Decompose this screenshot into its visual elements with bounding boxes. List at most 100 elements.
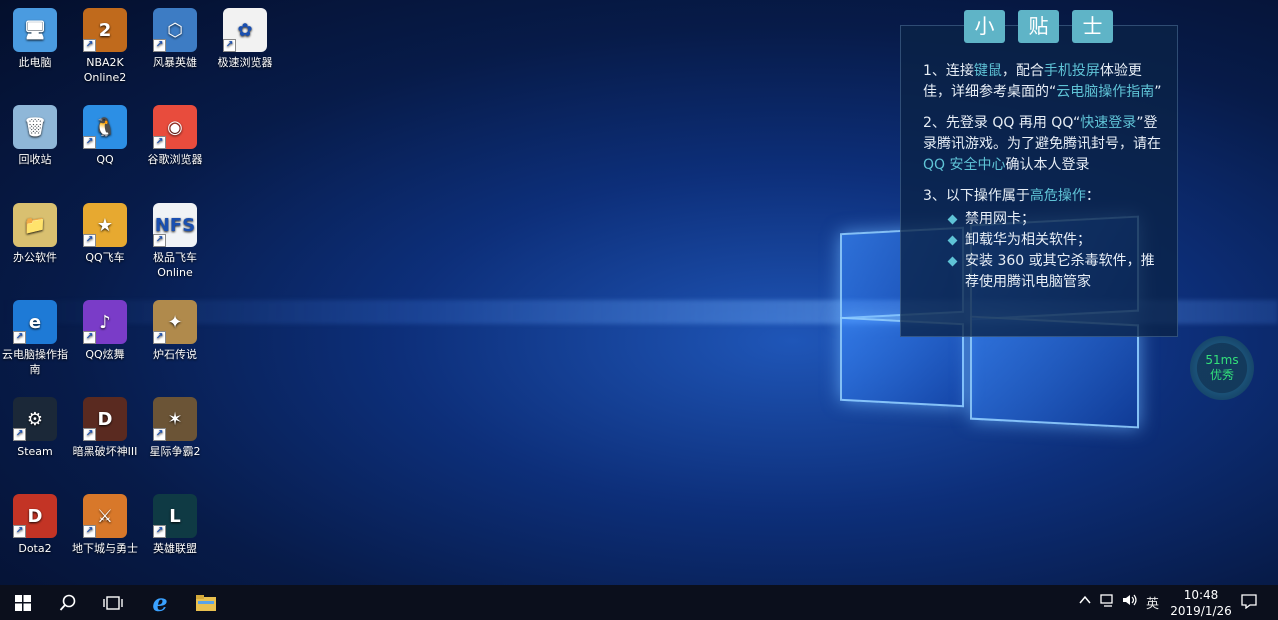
desktop-icon[interactable]: ★ ↗ QQ飞车 <box>71 203 139 265</box>
shortcut-arrow-icon: ↗ <box>153 39 166 52</box>
clock[interactable]: 10:48 2019/1/26 <box>1163 587 1239 619</box>
task-view-button[interactable] <box>95 585 131 620</box>
latency-status: 优秀 <box>1209 368 1234 382</box>
desktop-icon[interactable]: ♪ ↗ QQ炫舞 <box>71 300 139 362</box>
speaker-icon <box>1123 594 1137 606</box>
tip-text: 2、先登录 QQ 再用 QQ“ <box>923 115 1081 131</box>
tip-3: 3、以下操作属于高危操作： <box>923 186 1163 207</box>
desktop-icon[interactable]: ✿ ↗ 极速浏览器 <box>211 8 279 70</box>
nba2k-icon: 2 ↗ <box>83 8 127 52</box>
shortcut-arrow-icon: ↗ <box>153 525 166 538</box>
start-button[interactable] <box>5 585 41 620</box>
tips-title-char: 士 <box>1072 10 1113 43</box>
latency-indicator[interactable]: 51ms 优秀 <box>1190 336 1254 400</box>
tip-highlight: 高危操作 <box>1029 188 1086 204</box>
desktop-icon[interactable]: 🗑 回收站 <box>1 105 69 167</box>
tip-highlight: QQ 安全中心 <box>923 157 1006 173</box>
shortcut-arrow-icon: ↗ <box>83 331 96 344</box>
desktop-icon[interactable]: 2 ↗ NBA2K Online2 <box>71 8 139 85</box>
nfs-online-icon: NFS ↗ <box>153 203 197 247</box>
shortcut-arrow-icon: ↗ <box>83 234 96 247</box>
shortcut-arrow-icon: ↗ <box>83 525 96 538</box>
tip-highlight: 键鼠 <box>973 63 1002 79</box>
desktop-icon[interactable]: ✶ ↗ 星际争霸2 <box>141 397 209 459</box>
qq-speed-icon: ★ ↗ <box>83 203 127 247</box>
desktop-icon-label: 极品飞车 Online <box>153 251 197 279</box>
chrome-icon: ◉ ↗ <box>153 105 197 149</box>
desktop-icon[interactable]: NFS ↗ 极品飞车 Online <box>141 203 209 280</box>
ie-icon: e <box>152 588 168 617</box>
heroes-storm-icon: ⬡ ↗ <box>153 8 197 52</box>
show-hidden-icons-button[interactable] <box>1079 594 1091 609</box>
hearthstone-icon: ✦ ↗ <box>153 300 197 344</box>
desktop-icon[interactable]: ◉ ↗ 谷歌浏览器 <box>141 105 209 167</box>
tip-text: 1、连接 <box>923 63 974 79</box>
windows-start-icon <box>15 594 31 611</box>
dnf-icon: ⚔ ↗ <box>83 494 127 538</box>
taskbar-ie-button[interactable]: e <box>142 585 178 620</box>
input-method-indicator[interactable]: 英 <box>1146 593 1159 612</box>
tip-1: 1、连接键鼠，配合手机投屏体验更佳，详细参考桌面的“云电脑操作指南” <box>923 61 1163 103</box>
shortcut-arrow-icon: ↗ <box>83 428 96 441</box>
shortcut-arrow-icon: ↗ <box>153 428 166 441</box>
desktop-icon-label: 英雄联盟 <box>153 542 197 555</box>
tip-text: ，配合 <box>1001 63 1044 79</box>
starcraft2-icon: ✶ ↗ <box>153 397 197 441</box>
desktop-icon[interactable]: ✦ ↗ 炉石传说 <box>141 300 209 362</box>
tips-title-char: 贴 <box>1018 10 1059 43</box>
desktop-icon[interactable]: 🖥 此电脑 <box>1 8 69 70</box>
desktop-icon[interactable]: e ↗ 云电脑操作指南 <box>1 300 69 377</box>
desktop-icon[interactable]: 🐧 ↗ QQ <box>71 105 139 167</box>
search-button[interactable] <box>50 585 86 620</box>
tip-text: 3、以下操作属于 <box>923 188 1030 204</box>
folder-icon: 📁 <box>13 203 57 247</box>
desktop-icon-label: NBA2K Online2 <box>83 56 127 84</box>
desktop-icon[interactable]: ⚙ ↗ Steam <box>1 397 69 459</box>
action-center-button[interactable] <box>1241 593 1257 613</box>
tip-highlight: 手机投屏 <box>1043 63 1100 79</box>
recycle-bin-icon: 🗑 <box>13 105 57 149</box>
desktop-icon[interactable]: ⬡ ↗ 风暴英雄 <box>141 8 209 70</box>
taskbar-explorer-button[interactable] <box>188 585 224 620</box>
search-icon <box>59 594 76 611</box>
task-view-icon <box>103 595 123 610</box>
desktop-icon-label: 炉石传说 <box>153 348 197 361</box>
desktop-icon-label: Dota2 <box>18 542 52 555</box>
desktop-icon-label: 回收站 <box>18 153 52 166</box>
desktop-icon-label: 风暴英雄 <box>153 56 197 69</box>
latency-value: 51ms <box>1205 353 1239 367</box>
desktop-icon-label: 星际争霸2 <box>149 445 201 458</box>
desktop-icon-label: 极速浏览器 <box>217 56 273 69</box>
volume-button[interactable] <box>1122 593 1138 611</box>
network-icon <box>1100 594 1113 607</box>
shortcut-arrow-icon: ↗ <box>13 331 26 344</box>
tip-text: ： <box>1085 188 1100 204</box>
diablo3-icon: D ↗ <box>83 397 127 441</box>
clock-date: 2019/1/26 <box>1170 604 1232 618</box>
tip-highlight: 快速登录 <box>1080 115 1137 131</box>
steam-icon: ⚙ ↗ <box>13 397 57 441</box>
desktop-icon[interactable]: L ↗ 英雄联盟 <box>141 494 209 556</box>
qq-dance-icon: ♪ ↗ <box>83 300 127 344</box>
desktop-icon-label: 此电脑 <box>18 56 52 69</box>
desktop-icon-label: QQ <box>96 153 114 166</box>
chevron-up-icon <box>1079 595 1091 604</box>
danger-list: 禁用网卡； 卸载华为相关软件； 安装 360 或其它杀毒软件，推荐使用腾讯电脑管… <box>923 209 1163 293</box>
shortcut-arrow-icon: ↗ <box>153 234 166 247</box>
shortcut-arrow-icon: ↗ <box>13 525 26 538</box>
computer-icon: 🖥 <box>13 8 57 52</box>
dota2-icon: D ↗ <box>13 494 57 538</box>
desktop-icon-label: QQ飞车 <box>85 251 125 264</box>
desktop-icon[interactable]: ⚔ ↗ 地下城与勇士 <box>71 494 139 556</box>
desktop-icon-label: 云电脑操作指南 <box>2 348 68 376</box>
ie-icon: e ↗ <box>13 300 57 344</box>
desktop-icon[interactable]: D ↗ 暗黑破坏神III <box>71 397 139 459</box>
shortcut-arrow-icon: ↗ <box>83 136 96 149</box>
tip-text: ” <box>1154 84 1162 100</box>
desktop-icon-label: Steam <box>17 445 53 458</box>
tip-2: 2、先登录 QQ 再用 QQ“快速登录”登录腾讯游戏。为了避免腾讯封号，请在QQ… <box>923 113 1163 176</box>
desktop-icon[interactable]: D ↗ Dota2 <box>1 494 69 556</box>
desktop-icon[interactable]: 📁 办公软件 <box>1 203 69 265</box>
desktop-icon-label: 暗黑破坏神III <box>72 445 138 458</box>
network-button[interactable] <box>1100 594 1116 612</box>
